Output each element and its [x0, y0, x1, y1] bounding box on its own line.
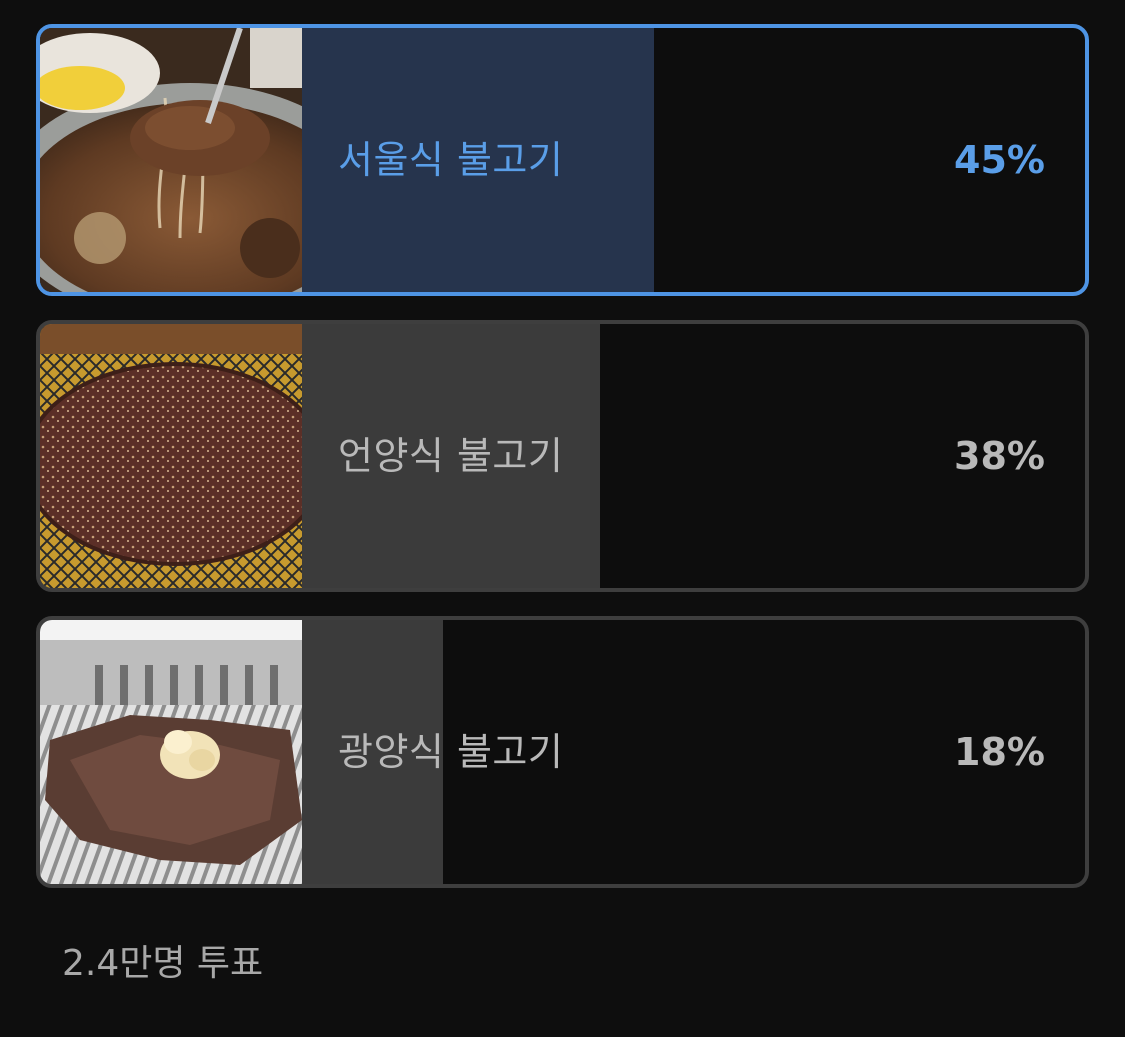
- poll-option-eonyang[interactable]: 언양식 불고기 38%: [36, 320, 1089, 592]
- poll-option-gwangyang[interactable]: 광양식 불고기 18%: [36, 616, 1089, 888]
- poll-option-seoul[interactable]: 서울식 불고기 45%: [36, 24, 1089, 296]
- poll-option-percent: 38%: [954, 434, 1045, 478]
- poll: 서울식 불고기 45% 언양식 불고기 38% 광양식 불고기 18%: [36, 24, 1089, 912]
- poll-option-label: 서울식 불고기: [338, 138, 564, 182]
- gwangyang-bulgogi-photo: [40, 620, 302, 884]
- poll-option-label: 광양식 불고기: [338, 730, 564, 774]
- poll-option-percent: 18%: [954, 730, 1045, 774]
- vote-count: 2.4만명 투표: [62, 943, 264, 984]
- seoul-bulgogi-photo: [40, 28, 302, 292]
- poll-option-label: 언양식 불고기: [338, 434, 564, 478]
- poll-option-percent: 45%: [954, 138, 1045, 182]
- eonyang-bulgogi-photo: [40, 324, 302, 588]
